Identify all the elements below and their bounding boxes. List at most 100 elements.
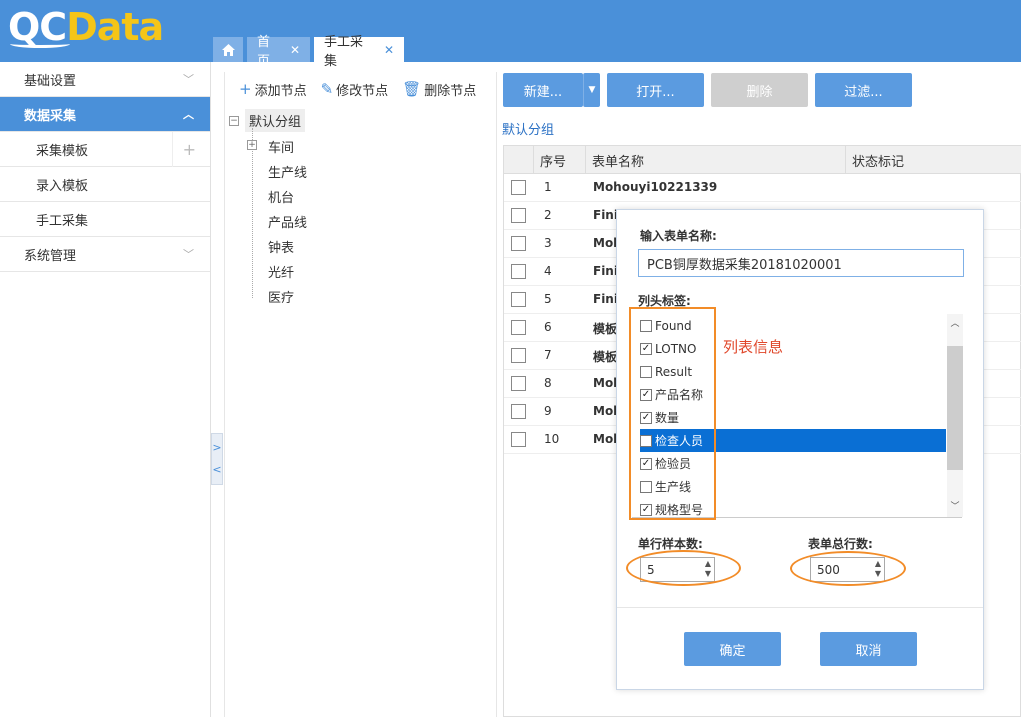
column-list-scrollbar[interactable]: ︿ ﹀ <box>947 314 963 517</box>
sidebar-item-basic-settings[interactable]: 基础设置 ﹀ <box>0 62 210 97</box>
sidebar-item-label: 录入模板 <box>36 178 89 194</box>
tab-home[interactable] <box>213 37 243 62</box>
row-seq: 4 <box>544 264 552 278</box>
header-status: 状态标记 <box>852 154 905 170</box>
sidebar: 基础设置 ﹀ 数据采集 ︿ 采集模板 + 录入模板 手工采集 系统管理 ﹀ <box>0 62 211 717</box>
row-seq: 10 <box>544 432 560 446</box>
tree-node-label: 车间 <box>268 141 295 156</box>
delete-node-button[interactable]: 🗑 删除节点 <box>402 80 476 99</box>
tree-panel: + 添加节点 ✎ 修改节点 🗑 删除节点 − 默认分组 + 车间 生产线 机台 … <box>224 72 497 717</box>
form-name-input[interactable]: PCB铜厚数据采集20181020001 <box>638 249 964 277</box>
sidebar-item-collection-template[interactable]: 采集模板 + <box>0 132 210 167</box>
table-row[interactable]: 1 Mohouyi10221339 <box>504 174 1021 202</box>
sidebar-item-data-collection[interactable]: 数据采集 ︿ <box>0 97 210 132</box>
tree-toolbar: + 添加节点 ✎ 修改节点 🗑 删除节点 <box>225 72 498 106</box>
delete-button: 删除 <box>711 73 808 107</box>
sidebar-item-label: 手工采集 <box>36 213 89 229</box>
row-seq: 6 <box>544 320 552 334</box>
cancel-button[interactable]: 取消 <box>820 632 917 666</box>
row-checkbox[interactable] <box>511 236 526 251</box>
tree-connector <box>252 128 253 298</box>
tree-node[interactable]: 产品线 <box>268 212 307 231</box>
new-dropdown-button[interactable]: ▼ <box>583 73 600 107</box>
tree-node-label: 生产线 <box>268 166 308 181</box>
row-seq: 3 <box>544 236 552 250</box>
tab-label: 首页 <box>257 34 271 69</box>
row-checkbox[interactable] <box>511 180 526 195</box>
row-checkbox[interactable] <box>511 376 526 391</box>
new-button[interactable]: 新建... <box>503 73 583 107</box>
row-checkbox[interactable] <box>511 320 526 335</box>
sidebar-item-label: 数据采集 <box>24 108 77 124</box>
row-checkbox[interactable] <box>511 432 526 447</box>
logo-swoosh <box>10 40 70 48</box>
tree-node-label: 产品线 <box>268 216 308 231</box>
header-seq: 序号 <box>534 146 586 174</box>
close-icon[interactable]: ✕ <box>384 43 394 57</box>
app-logo: QC Data <box>8 4 164 50</box>
tree-node-label: 钟表 <box>268 241 295 256</box>
logo-text-data: Data <box>66 5 164 49</box>
caret-down-icon: ▼ <box>588 85 596 95</box>
tree-root-node[interactable]: − 默认分组 <box>229 109 306 132</box>
close-icon[interactable]: ✕ <box>290 43 300 57</box>
header-checkbox-col <box>504 146 534 174</box>
tree-node-workshop[interactable]: + 车间 <box>247 137 295 156</box>
sidebar-collapse-handle[interactable]: > < <box>211 433 223 485</box>
row-name: 模板 <box>593 322 618 336</box>
annotation-highlight-box <box>629 307 716 520</box>
scroll-up-icon[interactable]: ︿ <box>947 316 963 332</box>
chevron-down-icon: ﹀ <box>183 248 194 261</box>
edit-node-button[interactable]: ✎ 修改节点 <box>321 80 389 99</box>
collapse-icon[interactable]: − <box>229 115 239 126</box>
annotation-oval <box>790 551 906 586</box>
tab-manual-collection[interactable]: 手工采集 ✕ <box>314 35 404 69</box>
row-name: Mohouyi10221339 <box>593 180 718 194</box>
table-header: 序号 表单名称 状态标记 <box>504 146 1021 174</box>
tab-home-page[interactable]: 首页 ✕ <box>247 35 310 69</box>
row-checkbox[interactable] <box>511 292 526 307</box>
row-seq: 2 <box>544 208 552 222</box>
trash-icon: 🗑 <box>402 80 422 98</box>
open-button[interactable]: 打开... <box>607 73 704 107</box>
tree-node[interactable]: 钟表 <box>268 237 294 256</box>
breadcrumb[interactable]: 默认分组 <box>502 119 554 138</box>
annotation-text: 列表信息 <box>723 338 784 356</box>
scroll-thumb[interactable] <box>947 346 963 470</box>
total-rows-label: 表单总行数: <box>808 537 873 551</box>
chevron-down-icon: ﹀ <box>183 73 194 86</box>
add-node-button[interactable]: + 添加节点 <box>239 80 307 99</box>
chevron-left-icon: < <box>212 463 222 476</box>
tree-node[interactable]: 机台 <box>268 187 294 206</box>
row-checkbox[interactable] <box>511 264 526 279</box>
sidebar-item-entry-template[interactable]: 录入模板 <box>0 167 210 202</box>
filter-button[interactable]: 过滤... <box>815 73 912 107</box>
home-icon <box>221 43 235 56</box>
add-node-label: 添加节点 <box>254 83 307 99</box>
row-checkbox[interactable] <box>511 208 526 223</box>
app-header: QC Data 首页 ✕ 手工采集 ✕ <box>0 0 1021 69</box>
expand-icon[interactable]: + <box>247 140 257 150</box>
tree-node-label: 默认分组 <box>245 109 306 132</box>
tree-node[interactable]: 光纤 <box>268 262 294 281</box>
row-seq: 5 <box>544 292 552 306</box>
dialog-divider <box>617 607 983 608</box>
delete-node-label: 删除节点 <box>424 83 477 99</box>
pencil-icon: ✎ <box>320 80 334 98</box>
header-form-name: 表单名称 <box>586 146 846 174</box>
scroll-down-icon[interactable]: ﹀ <box>947 499 963 515</box>
sidebar-item-manual-collection[interactable]: 手工采集 <box>0 202 210 237</box>
add-icon[interactable]: + <box>183 140 196 159</box>
sidebar-item-label: 采集模板 <box>36 143 89 159</box>
row-seq: 9 <box>544 404 552 418</box>
row-seq: 7 <box>544 348 552 362</box>
new-form-dialog: 输入表单名称: PCB铜厚数据采集20181020001 列头标签: Found… <box>616 209 984 690</box>
tree-node[interactable]: 生产线 <box>268 162 307 181</box>
ok-button[interactable]: 确定 <box>684 632 781 666</box>
annotation-oval <box>626 550 741 586</box>
row-checkbox[interactable] <box>511 348 526 363</box>
row-checkbox[interactable] <box>511 404 526 419</box>
tree-node[interactable]: 医疗 <box>268 287 294 306</box>
row-seq: 8 <box>544 376 552 390</box>
sidebar-item-system-management[interactable]: 系统管理 ﹀ <box>0 237 210 272</box>
